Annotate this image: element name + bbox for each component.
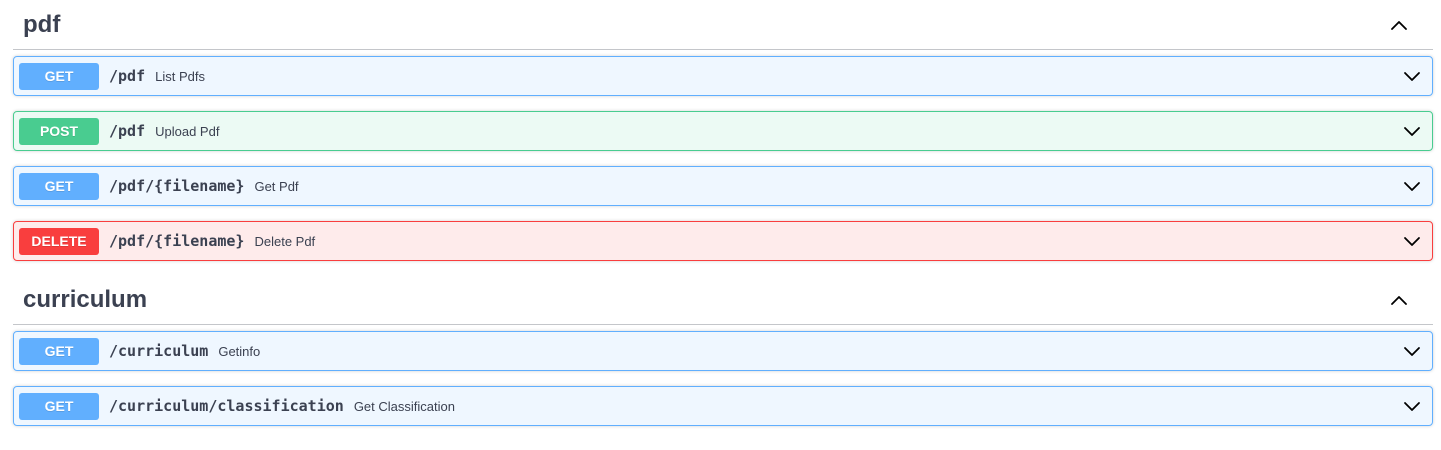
swagger-operations-page: pdf GET /pdf List Pdfs POST /pdf Upload …: [0, 0, 1441, 450]
chevron-down-icon[interactable]: [1402, 231, 1422, 251]
method-badge: GET: [19, 392, 99, 420]
operation-summary: Getinfo: [218, 343, 261, 359]
method-badge: POST: [19, 117, 99, 145]
method-badge: GET: [19, 62, 99, 90]
chevron-down-icon[interactable]: [1402, 396, 1422, 416]
operation-get-pdf-filename[interactable]: GET /pdf/{filename} Get Pdf: [13, 166, 1433, 206]
operation-delete-pdf-filename[interactable]: DELETE /pdf/{filename} Delete Pdf: [13, 221, 1433, 261]
section-pdf: pdf: [13, 0, 1433, 50]
operation-path: /curriculum/classification: [109, 397, 344, 415]
operation-path: /pdf/{filename}: [109, 232, 245, 250]
section-title: curriculum: [23, 285, 148, 313]
operation-path: /pdf: [109, 122, 146, 140]
operation-post-pdf[interactable]: POST /pdf Upload Pdf: [13, 111, 1433, 151]
section-header-curriculum[interactable]: curriculum: [13, 275, 1433, 325]
chevron-up-icon[interactable]: [1389, 15, 1409, 35]
operation-summary: Get Classification: [353, 398, 455, 414]
chevron-up-icon[interactable]: [1389, 290, 1409, 310]
operation-path: /pdf/{filename}: [109, 177, 245, 195]
method-badge: GET: [19, 337, 99, 365]
section-header-pdf[interactable]: pdf: [13, 0, 1433, 50]
operation-get-curriculum[interactable]: GET /curriculum Getinfo: [13, 331, 1433, 371]
operation-path: /curriculum: [109, 342, 209, 360]
section-curriculum: curriculum: [13, 275, 1433, 325]
chevron-down-icon[interactable]: [1402, 66, 1422, 86]
operation-get-curriculum-classification[interactable]: GET /curriculum/classification Get Class…: [13, 386, 1433, 426]
chevron-down-icon[interactable]: [1402, 121, 1422, 141]
operation-summary: Get Pdf: [254, 178, 299, 194]
operation-get-pdf[interactable]: GET /pdf List Pdfs: [13, 56, 1433, 96]
operation-path: /pdf: [109, 67, 146, 85]
operation-summary: Delete Pdf: [254, 233, 316, 249]
operation-summary: Upload Pdf: [155, 123, 220, 139]
method-badge: GET: [19, 172, 99, 200]
method-badge: DELETE: [19, 227, 99, 255]
chevron-down-icon[interactable]: [1402, 341, 1422, 361]
section-title: pdf: [23, 10, 61, 38]
chevron-down-icon[interactable]: [1402, 176, 1422, 196]
operation-summary: List Pdfs: [155, 68, 205, 84]
